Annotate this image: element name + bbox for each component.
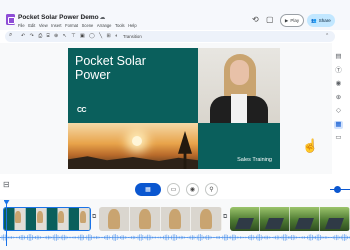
view-toolbar: ▦ ▭ ◉ ⚲ bbox=[135, 183, 218, 196]
zoom-slider-thumb[interactable] bbox=[334, 186, 341, 193]
clip-thumbnail bbox=[99, 207, 130, 231]
line-icon[interactable]: ╲ bbox=[99, 33, 102, 39]
hand-cursor-icon: ☝ bbox=[302, 138, 319, 153]
title-panel[interactable]: Pocket Solar Power CC bbox=[68, 48, 198, 123]
transition-button[interactable]: Transition bbox=[123, 34, 142, 39]
undo-icon[interactable]: ↶ bbox=[21, 33, 25, 39]
scene-view-icon: ▭ bbox=[170, 187, 177, 193]
sunset-photo[interactable] bbox=[68, 123, 198, 169]
menu-view[interactable]: View bbox=[39, 23, 48, 28]
slide[interactable]: Pocket Solar Power CC Sales Training bbox=[68, 48, 280, 169]
menu-tools[interactable]: Tools bbox=[115, 23, 125, 28]
shapes-icon[interactable]: ◇ bbox=[334, 107, 343, 115]
clip-thumbnail bbox=[160, 207, 192, 231]
clip-thumbnail bbox=[191, 207, 222, 231]
record-button[interactable]: ◉ bbox=[186, 183, 199, 196]
shape-icon[interactable]: ◯ bbox=[89, 33, 95, 39]
playhead[interactable] bbox=[6, 201, 7, 246]
scenes-icon[interactable]: ▤ bbox=[334, 53, 343, 61]
text-box-icon[interactable]: ⊤ bbox=[71, 33, 75, 39]
menu-scene[interactable]: Scene bbox=[82, 23, 94, 28]
audio-waveform[interactable] bbox=[0, 233, 350, 242]
presenter-photo[interactable] bbox=[198, 48, 280, 123]
subtitle-panel[interactable]: Sales Training bbox=[198, 123, 280, 169]
clip-thumbnail bbox=[25, 208, 47, 230]
search-icon[interactable]: ⌕ bbox=[9, 32, 12, 39]
menu-insert[interactable]: Insert bbox=[51, 23, 61, 28]
clip-thumbnail bbox=[320, 207, 350, 231]
toolbar-icon-group: ↶ ↷ ⎙ ⌸ ⊕ ↖ ⊤ ▣ ◯ ╲ ⊞ ◐ bbox=[21, 33, 118, 39]
timeline-clip-forest[interactable] bbox=[230, 207, 350, 231]
folder-icon[interactable]: ▭ bbox=[90, 15, 97, 21]
redo-icon[interactable]: ↷ bbox=[30, 33, 34, 39]
layout-icon[interactable]: ▭ bbox=[334, 134, 343, 142]
transition-icon[interactable]: ⧉ bbox=[223, 214, 230, 221]
record-icon: ◉ bbox=[189, 187, 196, 193]
side-panel: ▤ Ⓣ ◉ ⊕ ◇ ▦ ▭ bbox=[334, 53, 343, 142]
print-icon[interactable]: ⎙ bbox=[38, 33, 42, 39]
clip-thumbnail bbox=[290, 207, 320, 231]
clip-thumbnail bbox=[230, 207, 260, 231]
image-icon[interactable]: ▣ bbox=[80, 33, 85, 39]
share-button[interactable]: 👥 Share bbox=[307, 14, 335, 27]
add-person-icon: ⚲ bbox=[209, 187, 214, 193]
slides-icon[interactable]: ▦ bbox=[334, 120, 343, 129]
app-header: Pocket Solar Power Demo ☆ ▭ ☁ File Edit … bbox=[0, 0, 350, 30]
editing-toolbar: ⌕ ↶ ↷ ⎙ ⌸ ⊕ ↖ ⊤ ▣ ◯ ╲ ⊞ ◐ Transition ⌃ bbox=[5, 31, 335, 42]
clip-thumbnail bbox=[4, 208, 26, 230]
scene-view-button[interactable]: ▭ bbox=[167, 183, 180, 196]
text-icon[interactable]: Ⓣ bbox=[334, 67, 343, 75]
vids-app-icon[interactable] bbox=[6, 14, 15, 25]
clip-thumbnail bbox=[129, 207, 161, 231]
grid-view-icon: ▦ bbox=[145, 187, 151, 193]
people-icon: 👥 bbox=[311, 17, 317, 23]
record-icon[interactable]: ◉ bbox=[334, 80, 343, 88]
cursor-icon[interactable]: ↖ bbox=[63, 33, 67, 39]
menu-edit[interactable]: Edit bbox=[28, 23, 35, 28]
media-icon[interactable]: ⊕ bbox=[334, 94, 343, 102]
comment-add-icon[interactable]: ⊞ bbox=[106, 33, 110, 39]
grid-view-button[interactable]: ▦ bbox=[135, 183, 161, 196]
menu-arrange[interactable]: Arrange bbox=[97, 23, 112, 28]
clip-thumbnail bbox=[260, 207, 290, 231]
title-icon-group: ☆ ▭ ☁ bbox=[81, 14, 106, 21]
company-logo[interactable]: CC bbox=[77, 107, 87, 114]
play-button[interactable]: ▶ Play bbox=[280, 14, 304, 27]
background-icon[interactable]: ◐ bbox=[115, 33, 118, 39]
share-label: Share bbox=[318, 18, 331, 23]
zoom-icon[interactable]: ⊕ bbox=[54, 33, 58, 39]
clip-thumbnail bbox=[68, 208, 90, 230]
history-icon[interactable]: ⟲ bbox=[252, 15, 259, 25]
menu-format[interactable]: Format bbox=[65, 23, 78, 28]
slide-title[interactable]: Pocket Solar Power bbox=[75, 54, 146, 82]
cloud-icon[interactable]: ☁ bbox=[99, 15, 106, 21]
chevron-up-icon[interactable]: ⌃ bbox=[325, 33, 329, 39]
timeline-clip-slide[interactable] bbox=[3, 207, 91, 231]
play-icon: ▶ bbox=[284, 17, 289, 23]
menu-bar: File Edit View Insert Format Scene Arran… bbox=[18, 23, 137, 28]
slide-subtitle[interactable]: Sales Training bbox=[237, 157, 272, 163]
clip-thumbnail bbox=[47, 208, 69, 230]
transition-icon[interactable]: ⧉ bbox=[92, 214, 99, 221]
comment-icon[interactable]: ▢ bbox=[266, 15, 274, 25]
collapse-icon[interactable]: ⊟ bbox=[3, 180, 10, 189]
add-person-button[interactable]: ⚲ bbox=[205, 183, 218, 196]
menu-file[interactable]: File bbox=[18, 23, 25, 28]
paint-format-icon[interactable]: ⌸ bbox=[47, 33, 50, 39]
star-icon[interactable]: ☆ bbox=[81, 15, 87, 21]
play-label: Play bbox=[290, 18, 300, 23]
timeline-clip-presenter[interactable] bbox=[99, 207, 222, 231]
menu-help[interactable]: Help bbox=[128, 23, 136, 28]
